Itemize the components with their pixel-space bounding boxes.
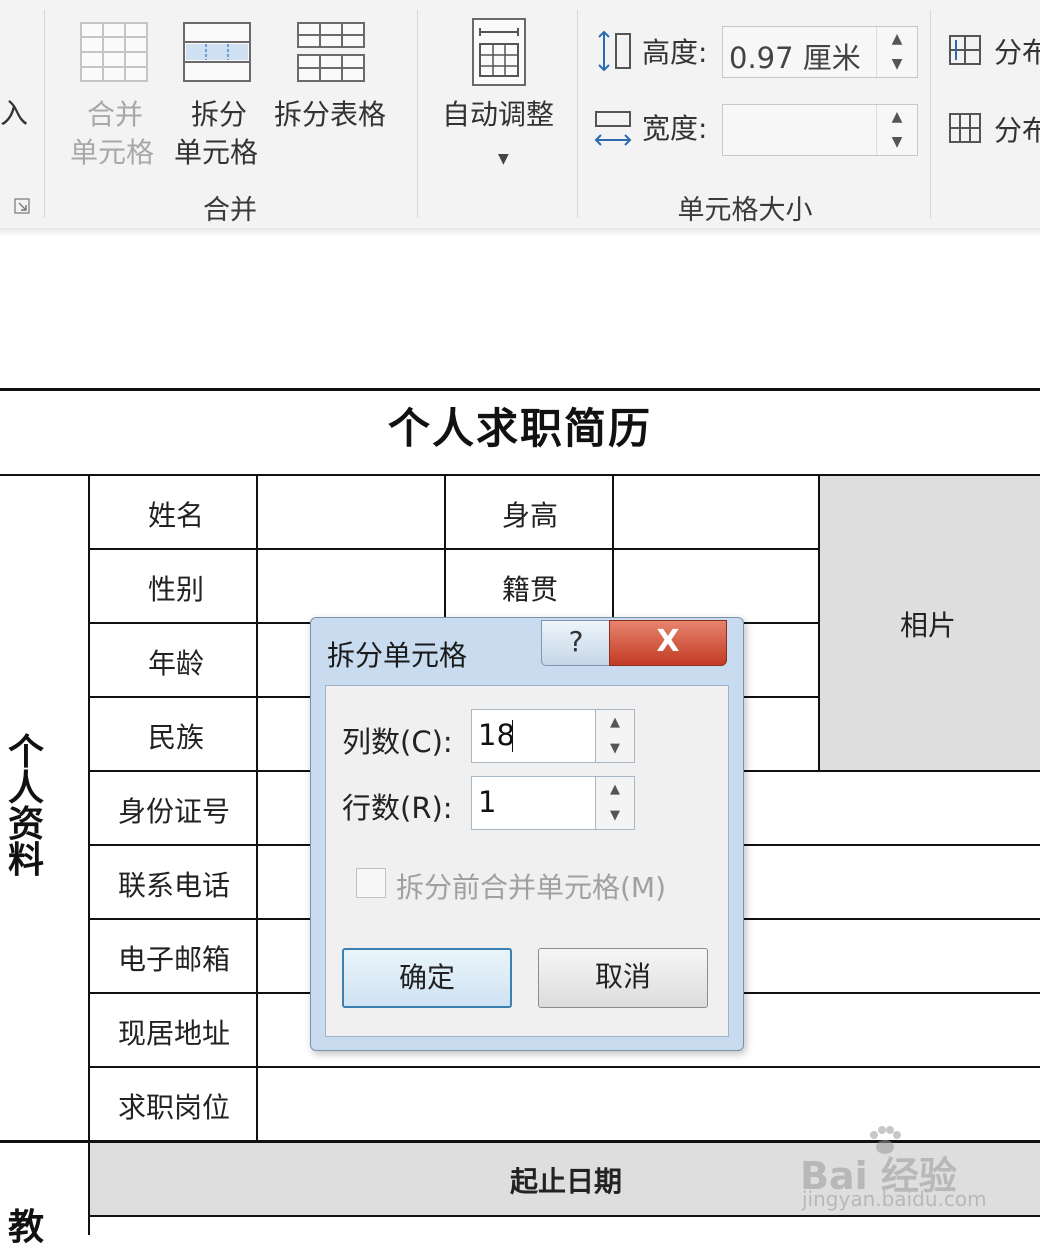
spin-down-icon[interactable]: ▼ <box>596 803 634 829</box>
text-cursor <box>512 720 513 752</box>
table-border <box>256 474 258 1141</box>
width-input[interactable]: ▲ ▼ <box>722 104 918 156</box>
document-title: 个人求职简历 <box>387 404 652 453</box>
row-label-id-number: 身份证号 <box>118 795 231 828</box>
spin-down-icon[interactable]: ▼ <box>877 130 917 155</box>
close-button[interactable]: X <box>609 620 727 666</box>
row-label-phone: 联系电话 <box>118 869 231 902</box>
merge-cells-line1: 合并 <box>86 98 143 131</box>
watermark-url: jingyan.baidu.com <box>802 1187 987 1211</box>
autofit-label: 自动调整 <box>442 98 555 131</box>
autofit-icon <box>472 18 526 86</box>
row-label-ethnicity: 民族 <box>148 721 205 754</box>
cancel-button[interactable]: 取消 <box>538 948 708 1008</box>
columns-label: 列数(C): <box>342 725 453 759</box>
row-label-position: 求职岗位 <box>118 1091 231 1124</box>
spin-down-icon[interactable]: ▼ <box>877 52 917 77</box>
ribbon: 入 合并 单元格 拆分 单元格 拆分表格 合并 自动调整 ▼ 高度: 0.97 … <box>0 0 1040 229</box>
row-label-name: 姓名 <box>148 499 205 532</box>
split-table-label: 拆分表格 <box>274 98 387 131</box>
section-label-next: 教 <box>8 1207 45 1248</box>
split-cells-line2: 单元格 <box>174 136 259 169</box>
height-value: 0.97 厘米 <box>729 41 861 75</box>
split-cells-icon <box>183 22 251 82</box>
cancel-button-label: 取消 <box>594 960 651 993</box>
spin-up-icon[interactable]: ▲ <box>877 105 917 130</box>
split-table-icon <box>297 22 365 82</box>
rows-label: 行数(R): <box>342 791 453 825</box>
height-input[interactable]: 0.97 厘米 ▲ ▼ <box>722 26 918 78</box>
table-border <box>90 548 820 550</box>
spin-up-icon[interactable]: ▲ <box>877 27 917 52</box>
chevron-down-icon: ▼ <box>498 151 509 167</box>
distribute-columns-icon <box>949 113 981 143</box>
row-label-height: 身高 <box>502 499 559 532</box>
columns-spinner[interactable]: ▲ ▼ <box>595 709 635 763</box>
ok-button[interactable]: 确定 <box>342 948 512 1008</box>
watermark: Bai 经验 jingyan.baidu.com <box>800 1125 1000 1215</box>
table-border <box>90 1215 1040 1217</box>
dialog-title: 拆分单元格 <box>327 639 468 672</box>
row-label-gender: 性别 <box>148 573 205 606</box>
group-separator <box>930 10 931 218</box>
rows-spinner[interactable]: ▲ ▼ <box>595 776 635 830</box>
split-cells-line1: 拆分 <box>190 98 247 131</box>
row-label-address: 现居地址 <box>118 1017 231 1050</box>
ok-button-label: 确定 <box>398 961 455 994</box>
height-spinner[interactable]: ▲ ▼ <box>876 27 917 77</box>
group-separator <box>417 10 418 218</box>
dialog-launcher-icon[interactable] <box>14 198 30 214</box>
columns-value: 18 <box>478 718 515 752</box>
table-border <box>818 474 820 771</box>
period-header: 起止日期 <box>510 1165 623 1198</box>
section-label-personal: 个人资料 <box>8 732 45 881</box>
merge-before-split-checkbox[interactable] <box>356 868 386 898</box>
spin-down-icon[interactable]: ▼ <box>596 736 634 762</box>
row-label-native-place: 籍贯 <box>502 573 559 606</box>
table-border <box>90 1066 1040 1068</box>
distribute-cols-label: 分布 <box>994 114 1040 147</box>
spin-up-icon[interactable]: ▲ <box>596 710 634 736</box>
ribbon-shadow <box>0 228 1040 236</box>
group-separator <box>44 10 45 218</box>
row-height-icon <box>598 30 631 72</box>
distribute-rows-label: 分布 <box>994 36 1040 69</box>
close-icon: X <box>656 624 680 659</box>
cell-size-group-label: 单元格大小 <box>677 195 813 226</box>
merge-cells-icon <box>80 22 148 82</box>
table-border <box>0 474 1040 476</box>
rows-value: 1 <box>478 785 497 819</box>
photo-label: 相片 <box>900 609 957 642</box>
row-label-email: 电子邮箱 <box>118 943 231 976</box>
merge-cells-line2: 单元格 <box>70 136 155 169</box>
group-separator <box>577 10 578 218</box>
table-border <box>0 388 1040 391</box>
split-cells-dialog: 拆分单元格 ? X 列数(C): 18 ▲ ▼ 行数(R): 1 ▲ ▼ 拆分前… <box>310 617 744 1051</box>
merge-before-split-label: 拆分前合并单元格(M) <box>396 871 667 904</box>
help-button[interactable]: ? <box>541 620 611 666</box>
dialog-body: 列数(C): 18 ▲ ▼ 行数(R): 1 ▲ ▼ 拆分前合并单元格(M) 确… <box>325 685 729 1037</box>
width-label: 宽度: <box>642 112 708 145</box>
help-icon: ? <box>568 625 584 658</box>
column-width-icon <box>594 111 632 146</box>
merge-group-label: 合并 <box>203 195 257 226</box>
width-spinner[interactable]: ▲ ▼ <box>876 105 917 155</box>
distribute-rows-icon <box>949 35 981 65</box>
ribbon-partial-label: 入 <box>0 97 29 130</box>
spin-up-icon[interactable]: ▲ <box>596 777 634 803</box>
height-label: 高度: <box>642 36 708 69</box>
table-border <box>88 474 90 1235</box>
row-label-age: 年龄 <box>148 647 205 680</box>
